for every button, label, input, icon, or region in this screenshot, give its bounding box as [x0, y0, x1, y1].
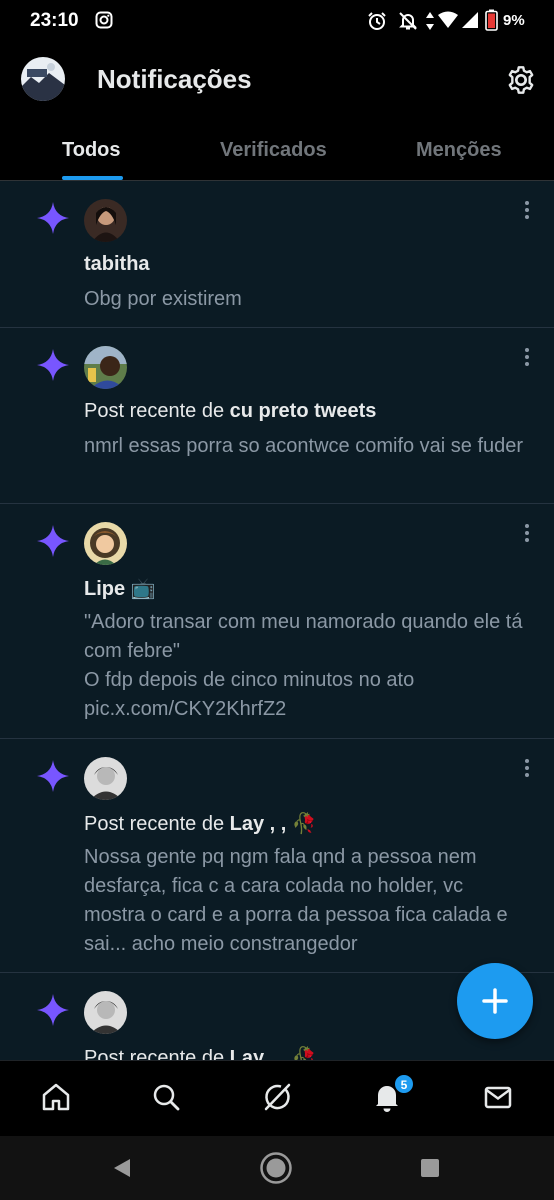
tab-verificados[interactable]: Verificados: [220, 139, 327, 162]
sparkle-icon: [37, 994, 69, 1026]
bell-off-icon: [399, 12, 417, 30]
sparkle-icon: [37, 202, 69, 234]
notification-tabs: Todos Verificados Menções: [0, 126, 554, 181]
plus-icon: [482, 988, 508, 1014]
active-tab-indicator: [62, 176, 123, 180]
tab-mencoes[interactable]: Menções: [416, 139, 502, 162]
avatar[interactable]: [84, 346, 127, 389]
home-button-icon[interactable]: [259, 1151, 293, 1185]
system-nav-bar: [0, 1136, 554, 1200]
app-header: Notificações: [0, 42, 554, 126]
recents-icon[interactable]: [420, 1158, 440, 1178]
post-link[interactable]: pic.x.com/CKY2KhrfZ2: [84, 695, 524, 724]
sparkle-icon: [37, 349, 69, 381]
notifications-feed[interactable]: tabitha Obg por existirem Post recente d…: [0, 181, 554, 1060]
profile-avatar[interactable]: [21, 57, 65, 101]
page-title: Notificações: [97, 64, 252, 94]
user-name[interactable]: tabitha: [84, 253, 150, 275]
instagram-icon: [95, 11, 113, 29]
signal-icon: [462, 12, 478, 28]
home-icon[interactable]: [40, 1081, 72, 1113]
more-options-icon[interactable]: [517, 199, 537, 221]
notification-title: Post recente de Lay , , 🥀: [84, 1045, 317, 1060]
more-options-icon[interactable]: [517, 346, 537, 368]
title-prefix: Post recente de: [84, 813, 230, 835]
battery-percent: 9%: [503, 12, 525, 29]
back-icon[interactable]: [111, 1157, 133, 1179]
more-options-icon[interactable]: [517, 757, 537, 779]
title-prefix: Post recente de: [84, 1047, 230, 1060]
grok-icon[interactable]: [261, 1081, 293, 1113]
avatar[interactable]: [84, 757, 127, 800]
data-arrows-icon: [426, 12, 434, 30]
notification-item[interactable]: Post recente de Lay , , 🥀 Nossa gente pq…: [0, 739, 554, 973]
post-text-line: O fdp depois de cinco minutos no ato: [84, 669, 415, 691]
messages-icon[interactable]: [482, 1081, 514, 1113]
notification-item[interactable]: Post recente de cu preto tweets nmrl ess…: [0, 328, 554, 504]
compose-button[interactable]: [457, 963, 533, 1039]
notification-title: tabitha: [84, 253, 150, 276]
avatar[interactable]: [84, 991, 127, 1034]
search-icon[interactable]: [150, 1081, 182, 1113]
post-text-line: "Adoro transar com meu namorado quando e…: [84, 611, 523, 662]
notification-count-badge: 5: [394, 1074, 414, 1094]
notification-text: Obg por existirem: [84, 288, 242, 310]
user-name[interactable]: Lay , , 🥀: [230, 1047, 317, 1060]
notification-text: nmrl essas porra so acontwce comifo vai …: [84, 435, 524, 457]
wifi-icon: [438, 11, 458, 28]
sparkle-icon: [37, 760, 69, 792]
avatar[interactable]: [84, 199, 127, 242]
user-name[interactable]: Lay , , 🥀: [230, 813, 317, 835]
gear-icon: [508, 66, 534, 94]
notification-title: Post recente de Lay , , 🥀: [84, 811, 317, 836]
settings-button[interactable]: [505, 64, 537, 96]
tab-todos[interactable]: Todos: [62, 139, 121, 162]
notification-text: "Adoro transar com meu namorado quando e…: [84, 608, 524, 724]
notification-item[interactable]: Lipe 📺 "Adoro transar com meu namorado q…: [0, 504, 554, 739]
user-name[interactable]: Lipe 📺: [84, 578, 156, 600]
bottom-nav: [0, 1060, 554, 1136]
status-bar: 23:10 9%: [0, 0, 554, 42]
battery-low-icon: [485, 9, 498, 31]
user-name[interactable]: cu preto tweets: [230, 400, 377, 422]
more-options-icon[interactable]: [517, 522, 537, 544]
notification-text: Nossa gente pq ngm fala qnd a pessoa nem…: [84, 846, 508, 955]
notification-title: Lipe 📺: [84, 576, 156, 601]
sparkle-icon: [37, 525, 69, 557]
avatar[interactable]: [84, 522, 127, 565]
status-time: 23:10: [30, 10, 79, 31]
notification-title: Post recente de cu preto tweets: [84, 400, 376, 423]
alarm-icon: [368, 12, 386, 30]
notification-item[interactable]: tabitha Obg por existirem: [0, 181, 554, 328]
title-prefix: Post recente de: [84, 400, 230, 422]
